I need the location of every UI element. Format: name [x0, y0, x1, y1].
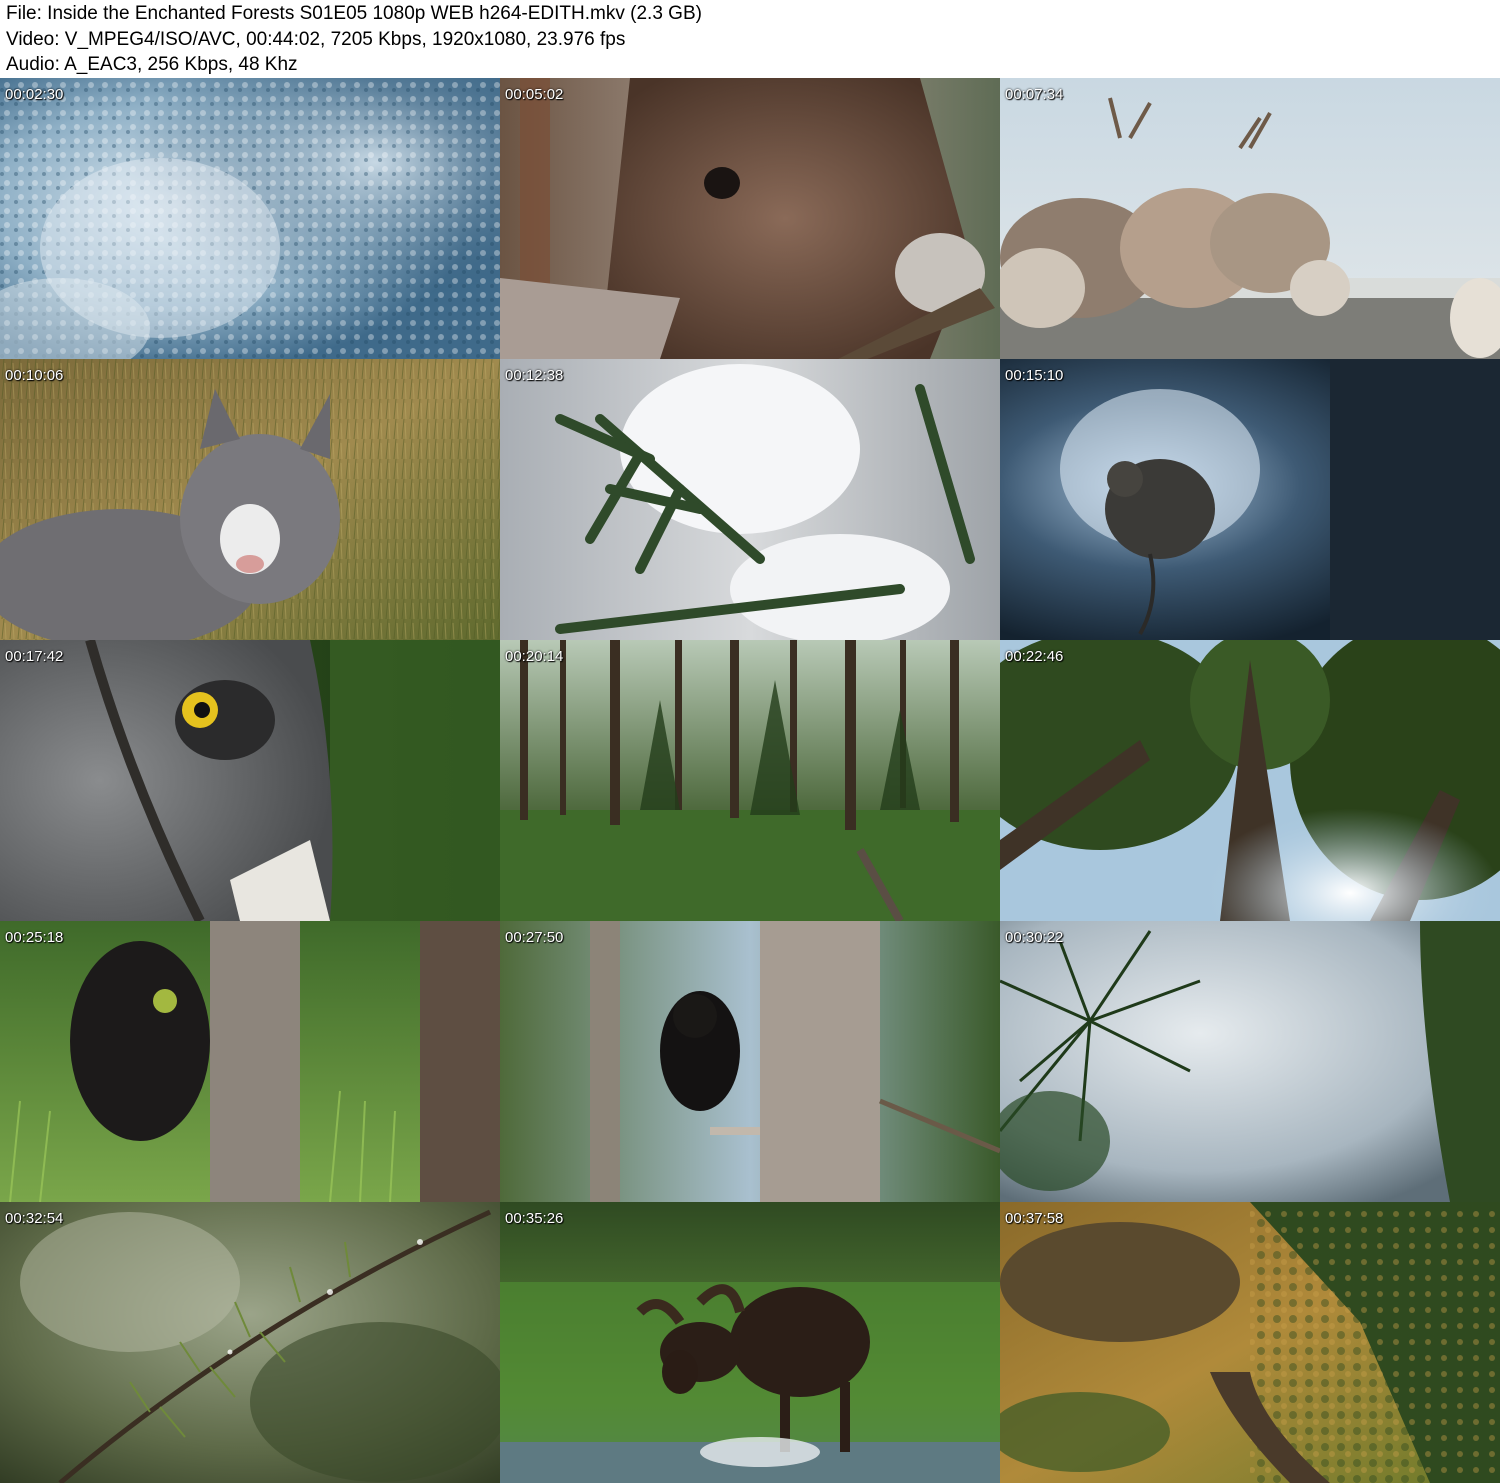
timestamp-label: 00:10:06	[5, 367, 64, 384]
timestamp-label: 00:12:38	[505, 367, 564, 384]
scene-tree-canopy	[1000, 640, 1500, 921]
thumbnail-bear-cub-behind-tree: 00:25:18	[0, 921, 500, 1202]
thumbnail-owl-eye: 00:17:42	[0, 640, 500, 921]
scene-reindeer-herd	[1000, 78, 1500, 359]
thumbnail-moose-splashing: 00:35:26	[500, 1202, 1000, 1483]
scene-snowy-forest-aerial	[0, 78, 500, 359]
scene-autumn-bog-aerial	[1000, 1202, 1500, 1483]
scene-reindeer-closeup	[500, 78, 1000, 359]
thumbnail-tree-canopy: 00:22:46	[1000, 640, 1500, 921]
scene-spruce-branch-droplets	[0, 1202, 500, 1483]
scene-pine-forest	[500, 640, 1000, 921]
timestamp-label: 00:22:46	[1005, 648, 1064, 665]
scene-bear-cub-climbing	[500, 921, 1000, 1202]
timestamp-label: 00:20:14	[505, 648, 564, 665]
timestamp-label: 00:35:26	[505, 1210, 564, 1227]
scene-bear-cub-behind-tree	[0, 921, 500, 1202]
scene-moose-splashing	[500, 1202, 1000, 1483]
timestamp-label: 00:05:02	[505, 86, 564, 103]
thumbnail-reindeer-herd: 00:07:34	[1000, 78, 1500, 359]
timestamp-label: 00:25:18	[5, 929, 64, 946]
thumbnail-grid: 00:02:30 00:05:02 00:07:34 00:10:06 00:1…	[0, 78, 1500, 1483]
thumbnail-spruce-branch-droplets: 00:32:54	[0, 1202, 500, 1483]
thumbnail-pine-needles-sky: 00:30:22	[1000, 921, 1500, 1202]
file-info-line: File: Inside the Enchanted Forests S01E0…	[6, 3, 702, 24]
thumbnail-pine-forest: 00:20:14	[500, 640, 1000, 921]
thumbnail-snowy-fir-branch: 00:12:38	[500, 359, 1000, 640]
timestamp-label: 00:15:10	[1005, 367, 1064, 384]
scene-mouse-snow-tunnel	[1000, 359, 1500, 640]
thumbnail-reindeer-closeup: 00:05:02	[500, 78, 1000, 359]
thumbnail-bear-cub-climbing: 00:27:50	[500, 921, 1000, 1202]
scene-fox-cub-grass	[0, 359, 500, 640]
timestamp-label: 00:32:54	[5, 1210, 64, 1227]
thumbnail-fox-cub-grass: 00:10:06	[0, 359, 500, 640]
scene-pine-needles-sky	[1000, 921, 1500, 1202]
timestamp-label: 00:30:22	[1005, 929, 1064, 946]
audio-info-line: Audio: A_EAC3, 256 Kbps, 48 Khz	[6, 54, 298, 75]
scene-owl-eye	[0, 640, 500, 921]
thumbnail-autumn-bog-aerial: 00:37:58	[1000, 1202, 1500, 1483]
timestamp-label: 00:27:50	[505, 929, 564, 946]
scene-snowy-fir-branch	[500, 359, 1000, 640]
thumbnail-mouse-snow-tunnel: 00:15:10	[1000, 359, 1500, 640]
video-info-line: Video: V_MPEG4/ISO/AVC, 00:44:02, 7205 K…	[6, 29, 626, 50]
thumbnail-snowy-forest-aerial: 00:02:30	[0, 78, 500, 359]
timestamp-label: 00:17:42	[5, 648, 64, 665]
timestamp-label: 00:02:30	[5, 86, 64, 103]
timestamp-label: 00:07:34	[1005, 86, 1064, 103]
file-info-header: File: Inside the Enchanted Forests S01E0…	[0, 0, 1500, 78]
timestamp-label: 00:37:58	[1005, 1210, 1064, 1227]
